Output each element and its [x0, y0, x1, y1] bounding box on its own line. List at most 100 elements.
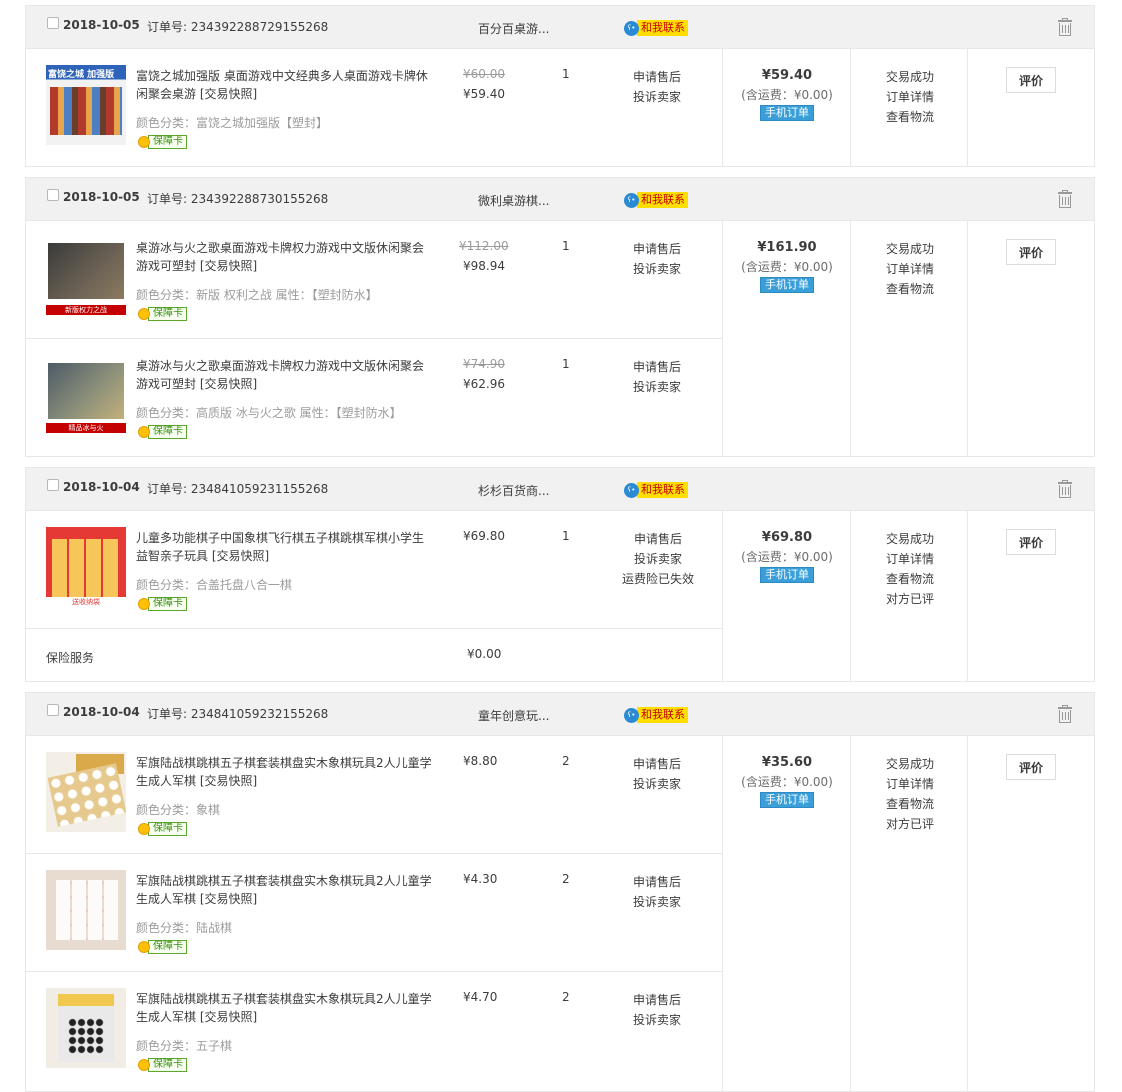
order-detail-link[interactable]: 订单详情 — [852, 774, 968, 794]
complain-seller-link[interactable]: 投诉卖家 — [622, 259, 692, 279]
guarantee-badge[interactable]: 保障卡 — [138, 1058, 187, 1072]
after-sales-link[interactable]: 申请售后 — [622, 990, 692, 1010]
order-date: 2018-10-04 — [63, 705, 140, 719]
product-sku: 颜色分类：陆战棋 — [136, 921, 233, 935]
order-detail-link[interactable]: 订单详情 — [852, 259, 968, 279]
after-sales-link[interactable]: 申请售后 — [622, 872, 692, 892]
service-links: 申请售后 投诉卖家 — [622, 357, 692, 397]
checkbox-icon[interactable] — [47, 704, 59, 716]
guarantee-badge[interactable]: 保障卡 — [138, 940, 187, 954]
product-thumbnail[interactable]: 新版权力之战 — [46, 237, 126, 317]
view-logistics-link[interactable]: 查看物流 — [852, 279, 968, 299]
product-thumbnail[interactable]: 富饶之城 加强版 — [46, 65, 126, 145]
after-sales-link[interactable]: 申请售后 — [618, 529, 698, 549]
shop-name-link[interactable]: 微利桌游棋... — [478, 192, 549, 209]
product-title-link[interactable]: 军旗陆战棋跳棋五子棋套装棋盘实木象棋玩具2人儿童学生成人军棋 [交易快照] — [136, 872, 434, 908]
shipping-fee: (含运费：¥0.00) — [741, 550, 833, 564]
unit-price: ¥8.80 — [463, 754, 498, 768]
guarantee-badge[interactable]: 保障卡 — [138, 597, 187, 611]
trash-icon[interactable] — [1058, 480, 1072, 498]
product-sku: 颜色分类：象棋 — [136, 803, 221, 817]
contact-seller-button[interactable]: ʕ• 和我联系 — [624, 481, 688, 499]
complain-seller-link[interactable]: 投诉卖家 — [622, 892, 692, 912]
thumbnail-caption: 送收纳袋 — [46, 597, 126, 607]
order-body: 送收纳袋 儿童多功能棋子中国象棋飞行棋五子棋跳棋军棋小学生益智亲子玩具 [交易快… — [26, 511, 1094, 681]
guarantee-badge[interactable]: 保障卡 — [138, 307, 187, 321]
order-total-block: ¥59.40 (含运费：¥0.00) 手机订单 — [723, 67, 851, 121]
product-sku: 颜色分类：富饶之城加强版【塑封】 — [136, 116, 329, 130]
wangwang-icon: ʕ• — [624, 482, 639, 498]
order-body: 新版权力之战 桌游冰与火之歌桌面游戏卡牌权力游戏中文版休闲聚会游戏可塑封 [交易… — [26, 221, 1094, 456]
product-thumbnail[interactable] — [46, 870, 126, 950]
shop-name-link[interactable]: 杉杉百货商... — [478, 482, 549, 499]
quantity: 1 — [562, 357, 570, 371]
view-logistics-link[interactable]: 查看物流 — [852, 569, 968, 589]
order-detail-link[interactable]: 订单详情 — [852, 87, 968, 107]
product-title-link[interactable]: 桌游冰与火之歌桌面游戏卡牌权力游戏中文版休闲聚会游戏可塑封 [交易快照] — [136, 239, 434, 275]
after-sales-link[interactable]: 申请售后 — [622, 67, 692, 87]
product-thumbnail[interactable] — [46, 752, 126, 832]
reviewed-status: 对方已评 — [885, 592, 934, 606]
product-sku: 颜色分类：高质版 冰与火之歌 属性：【塑封防水】 — [136, 406, 402, 420]
shop-name-link[interactable]: 童年创意玩... — [478, 707, 549, 724]
checkbox-icon[interactable] — [47, 479, 59, 491]
guarantee-badge[interactable]: 保障卡 — [138, 822, 187, 836]
review-button[interactable]: 评价 — [1006, 754, 1056, 780]
checkbox-icon[interactable] — [47, 17, 59, 29]
view-logistics-link[interactable]: 查看物流 — [852, 794, 968, 814]
product-thumbnail[interactable] — [46, 988, 126, 1068]
unit-price: ¥62.96 — [463, 377, 505, 391]
product-title-link[interactable]: 军旗陆战棋跳棋五子棋套装棋盘实木象棋玩具2人儿童学生成人军棋 [交易快照] — [136, 754, 434, 790]
contact-seller-button[interactable]: ʕ• 和我联系 — [624, 191, 688, 209]
unit-price: ¥4.70 — [463, 990, 498, 1004]
view-logistics-link[interactable]: 查看物流 — [852, 107, 968, 127]
order-item: 新版权力之战 桌游冰与火之歌桌面游戏卡牌权力游戏中文版休闲聚会游戏可塑封 [交易… — [26, 221, 722, 339]
after-sales-link[interactable]: 申请售后 — [622, 357, 692, 377]
product-thumbnail[interactable]: 精品冰与火 — [46, 355, 126, 435]
order-total-block: ¥161.90 (含运费：¥0.00) 手机订单 — [723, 239, 851, 293]
order-body: 富饶之城 加强版 富饶之城加强版 桌面游戏中文经典多人桌面游戏卡牌休闲聚会桌游 … — [26, 49, 1094, 166]
trash-icon[interactable] — [1058, 190, 1072, 208]
service-links: 申请售后 投诉卖家 — [622, 239, 692, 279]
complain-seller-link[interactable]: 投诉卖家 — [622, 87, 692, 107]
shield-icon — [138, 308, 150, 320]
product-title-link[interactable]: 儿童多功能棋子中国象棋飞行棋五子棋跳棋军棋小学生益智亲子玩具 [交易快照] — [136, 529, 434, 565]
thumbnail-caption: 新版权力之战 — [46, 305, 126, 315]
review-button[interactable]: 评价 — [1006, 239, 1056, 265]
order-header: 2018-10-04 订单号: 234841059232155268 童年创意玩… — [26, 693, 1094, 736]
contact-seller-button[interactable]: ʕ• 和我联系 — [624, 706, 688, 724]
shield-icon — [138, 941, 150, 953]
complain-seller-link[interactable]: 投诉卖家 — [618, 549, 698, 569]
shield-icon — [138, 823, 150, 835]
checkbox-icon[interactable] — [47, 189, 59, 201]
unit-price: ¥69.80 — [463, 529, 505, 543]
product-title-link[interactable]: 军旗陆战棋跳棋五子棋套装棋盘实木象棋玩具2人儿童学生成人军棋 [交易快照] — [136, 990, 434, 1026]
contact-seller-button[interactable]: ʕ• 和我联系 — [624, 19, 688, 37]
review-button[interactable]: 评价 — [1006, 529, 1056, 555]
review-button[interactable]: 评价 — [1006, 67, 1056, 93]
trash-icon[interactable] — [1058, 18, 1072, 36]
order-date: 2018-10-05 — [63, 190, 140, 204]
product-title-link[interactable]: 桌游冰与火之歌桌面游戏卡牌权力游戏中文版休闲聚会游戏可塑封 [交易快照] — [136, 357, 434, 393]
contact-label: 和我联系 — [637, 192, 688, 208]
shop-name-link[interactable]: 百分百桌游... — [478, 20, 549, 37]
complain-seller-link[interactable]: 投诉卖家 — [622, 377, 692, 397]
after-sales-link[interactable]: 申请售后 — [622, 239, 692, 259]
trash-icon[interactable] — [1058, 705, 1072, 723]
order-status-block: 交易成功 订单详情 查看物流 对方已评 — [852, 529, 968, 609]
order-detail-link[interactable]: 订单详情 — [852, 549, 968, 569]
order-item: 军旗陆战棋跳棋五子棋套装棋盘实木象棋玩具2人儿童学生成人军棋 [交易快照] 颜色… — [26, 736, 722, 854]
after-sales-link[interactable]: 申请售后 — [622, 754, 692, 774]
product-thumbnail[interactable]: 送收纳袋 — [46, 527, 126, 607]
mobile-order-tag: 手机订单 — [760, 792, 814, 808]
mobile-order-tag: 手机订单 — [760, 105, 814, 121]
order-status-block: 交易成功 订单详情 查看物流 — [852, 239, 968, 299]
complain-seller-link[interactable]: 投诉卖家 — [622, 774, 692, 794]
guarantee-badge[interactable]: 保障卡 — [138, 135, 187, 149]
quantity: 1 — [562, 67, 570, 81]
product-title-link[interactable]: 富饶之城加强版 桌面游戏中文经典多人桌面游戏卡牌休闲聚会桌游 [交易快照] — [136, 67, 434, 103]
guarantee-badge[interactable]: 保障卡 — [138, 425, 187, 439]
reviewed-status: 对方已评 — [885, 817, 934, 831]
complain-seller-link[interactable]: 投诉卖家 — [622, 1010, 692, 1030]
order-card: 2018-10-05 订单号: 234392288730155268 微利桌游棋… — [25, 177, 1095, 457]
